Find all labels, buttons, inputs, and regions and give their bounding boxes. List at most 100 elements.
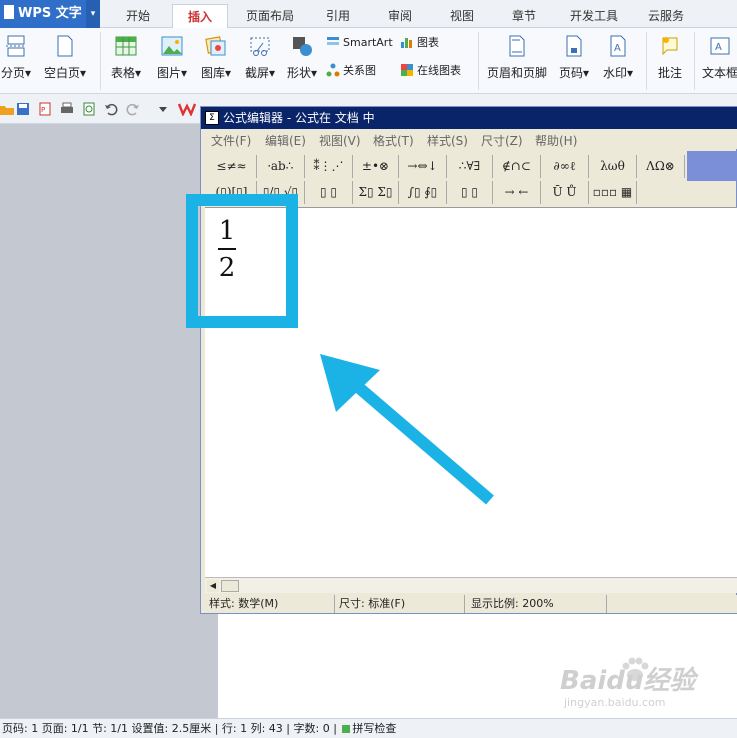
header-footer-button[interactable]: 页眉和页脚 (484, 34, 550, 90)
watermark-url: jingyan.baidu.com (564, 696, 666, 709)
integral-templates-button[interactable]: ∫▯ ∮▯ (399, 181, 447, 204)
relation-chart-button[interactable]: 关系图 (326, 62, 376, 80)
bar-templates-button[interactable]: ▯ ▯ (447, 181, 493, 204)
page-break-button[interactable]: 分页▾ (0, 34, 36, 90)
spell-check-button[interactable]: 拼写检查 (352, 722, 396, 735)
menu-style[interactable]: 样式(S) (427, 132, 468, 149)
status-bar: 页码: 1 页面: 1/1 节: 1/1 设置值: 2.5厘米 | 行: 1 列… (0, 718, 737, 738)
embellishments-palette-button[interactable]: ⁑⋮⋰ (305, 155, 353, 178)
gallery-label: 图库 (200, 66, 225, 80)
matrix-templates-button[interactable]: ▫▫▫ ▦ (589, 181, 637, 204)
picture-label: 图片 (156, 66, 181, 80)
smartart-button[interactable]: SmartArt (326, 34, 393, 52)
online-chart-label: 在线图表 (417, 64, 461, 77)
open-icon[interactable] (0, 102, 14, 116)
watermark-caret-icon: ▾ (626, 66, 634, 80)
wps-window: WPS 文字 ▾ 开始 插入 页面布局 引用 审阅 视图 章节 开发工具 云服务… (0, 0, 737, 738)
gallery-caret-icon: ▾ (224, 66, 232, 80)
product-templates-button[interactable]: Ū Ů (541, 181, 589, 204)
bar-chart-icon (401, 38, 412, 48)
menu-format[interactable]: 格式(T) (373, 132, 414, 149)
equation-editor-title-bar[interactable]: Σ 公式编辑器 - 公式在 文档 中 (201, 107, 737, 129)
gallery-button[interactable]: 图库▾ (196, 34, 236, 90)
scissors-icon (250, 37, 270, 56)
ribbon-tab-bar: WPS 文字 ▾ 开始 插入 页面布局 引用 审阅 视图 章节 开发工具 云服务 (0, 0, 737, 29)
shapes-button[interactable]: 形状▾ (282, 34, 322, 90)
menu-edit[interactable]: 编辑(E) (265, 132, 306, 149)
online-chart-button[interactable]: 在线图表 (400, 62, 461, 80)
relations-palette-button[interactable]: ≤≠≈ (207, 155, 257, 178)
equation-editor-title: 公式编辑器 - 公式在 文档 中 (223, 111, 375, 125)
redo-icon[interactable] (126, 102, 140, 116)
status-bar-text: 页码: 1 页面: 1/1 节: 1/1 设置值: 2.5厘米 | 行: 1 列… (2, 722, 337, 735)
operators-palette-button[interactable]: ±•⊗ (353, 155, 399, 178)
chart-button[interactable]: 图表 (400, 34, 439, 52)
tab-developer[interactable]: 开发工具 (562, 4, 626, 28)
toolbar-empty-area (687, 151, 737, 181)
tab-page-layout[interactable]: 页面布局 (236, 4, 304, 28)
table-label: 表格 (110, 66, 135, 80)
spaces-palette-button[interactable]: ⸱ab∴ (257, 155, 305, 178)
status-zoom: 显示比例: 200% (467, 595, 607, 613)
misc-symbols-palette-button[interactable]: ∂∞ℓ (541, 155, 589, 178)
picture-caret-icon: ▾ (180, 66, 188, 80)
app-menu-button[interactable]: WPS 文字 ▾ (0, 0, 100, 28)
picture-icon (161, 36, 183, 56)
greek-lower-palette-button[interactable]: λωθ (589, 155, 637, 178)
menu-help[interactable]: 帮助(H) (535, 132, 577, 149)
tab-cloud[interactable]: 云服务 (640, 4, 692, 28)
relation-chart-label: 关系图 (343, 64, 376, 77)
menu-file[interactable]: 文件(F) (211, 132, 251, 149)
menu-view[interactable]: 视图(V) (319, 132, 361, 149)
watermark-button[interactable]: A 水印▾ (598, 34, 638, 90)
set-theory-palette-button[interactable]: ∉∩⊂ (493, 155, 541, 178)
tab-insert[interactable]: 插入 (172, 4, 228, 29)
horizontal-scrollbar[interactable]: ◀ (205, 577, 737, 593)
page-break-label: 分页 (0, 66, 25, 80)
picture-button[interactable]: 图片▾ (152, 34, 192, 90)
summation-templates-button[interactable]: Σ▯ Σ▯ (353, 181, 399, 204)
ribbon-divider (694, 32, 695, 90)
status-style: 样式: 数学(M) (205, 595, 335, 613)
save-icon[interactable] (16, 102, 30, 116)
equation-editor-status-bar: 样式: 数学(M) 尺寸: 标准(F) 显示比例: 200% (205, 595, 737, 613)
blank-page-label: 空白页 (43, 66, 80, 80)
tab-view[interactable]: 视图 (438, 4, 486, 28)
textbox-button[interactable]: A 文本框 (700, 34, 737, 90)
online-chart-icon (401, 64, 413, 76)
page-number-button[interactable]: 页码▾ (554, 34, 594, 90)
scroll-thumb[interactable] (221, 580, 239, 592)
svg-text:A: A (614, 43, 621, 54)
scroll-left-arrow-icon[interactable]: ◀ (207, 580, 219, 592)
ribbon-divider (478, 32, 479, 90)
smartart-icon (327, 37, 339, 45)
blank-page-caret-icon: ▾ (79, 66, 87, 80)
labeled-arrow-templates-button[interactable]: → ← (493, 181, 541, 204)
arrows-palette-button[interactable]: →⇔↓ (399, 155, 447, 178)
export-pdf-icon[interactable]: P (38, 102, 52, 116)
baidu-watermark: Baidu经验 jingyan.baidu.com (560, 660, 710, 710)
shapes-icon (293, 37, 312, 56)
dropdown-icon[interactable] (156, 102, 170, 116)
logic-palette-button[interactable]: ∴∀∃ (447, 155, 493, 178)
screenshot-button[interactable]: 截屏▾ (240, 34, 280, 90)
app-menu-caret-icon[interactable]: ▾ (86, 0, 100, 28)
table-button[interactable]: 表格▾ (106, 34, 146, 90)
comment-button[interactable]: 批注 (650, 34, 690, 90)
textbox-label: 文本框 (701, 66, 737, 80)
undo-icon[interactable] (104, 102, 118, 116)
watermark-brand: Baidu经验 (560, 666, 696, 696)
page-number-icon (566, 35, 582, 57)
page-number-label: 页码 (558, 66, 583, 80)
greek-upper-palette-button[interactable]: ΛΩ⊗ (637, 155, 685, 178)
script-templates-button[interactable]: ▯ ▯ (305, 181, 353, 204)
menu-size[interactable]: 尺寸(Z) (481, 132, 523, 149)
equation-editor-app-icon: Σ (205, 111, 219, 125)
print-icon[interactable] (60, 102, 74, 116)
tab-chapter[interactable]: 章节 (500, 4, 548, 28)
blank-page-button[interactable]: 空白页▾ (40, 34, 90, 90)
tab-references[interactable]: 引用 (314, 4, 362, 28)
tab-start[interactable]: 开始 (112, 4, 164, 28)
print-preview-icon[interactable] (82, 102, 96, 116)
tab-review[interactable]: 审阅 (376, 4, 424, 28)
